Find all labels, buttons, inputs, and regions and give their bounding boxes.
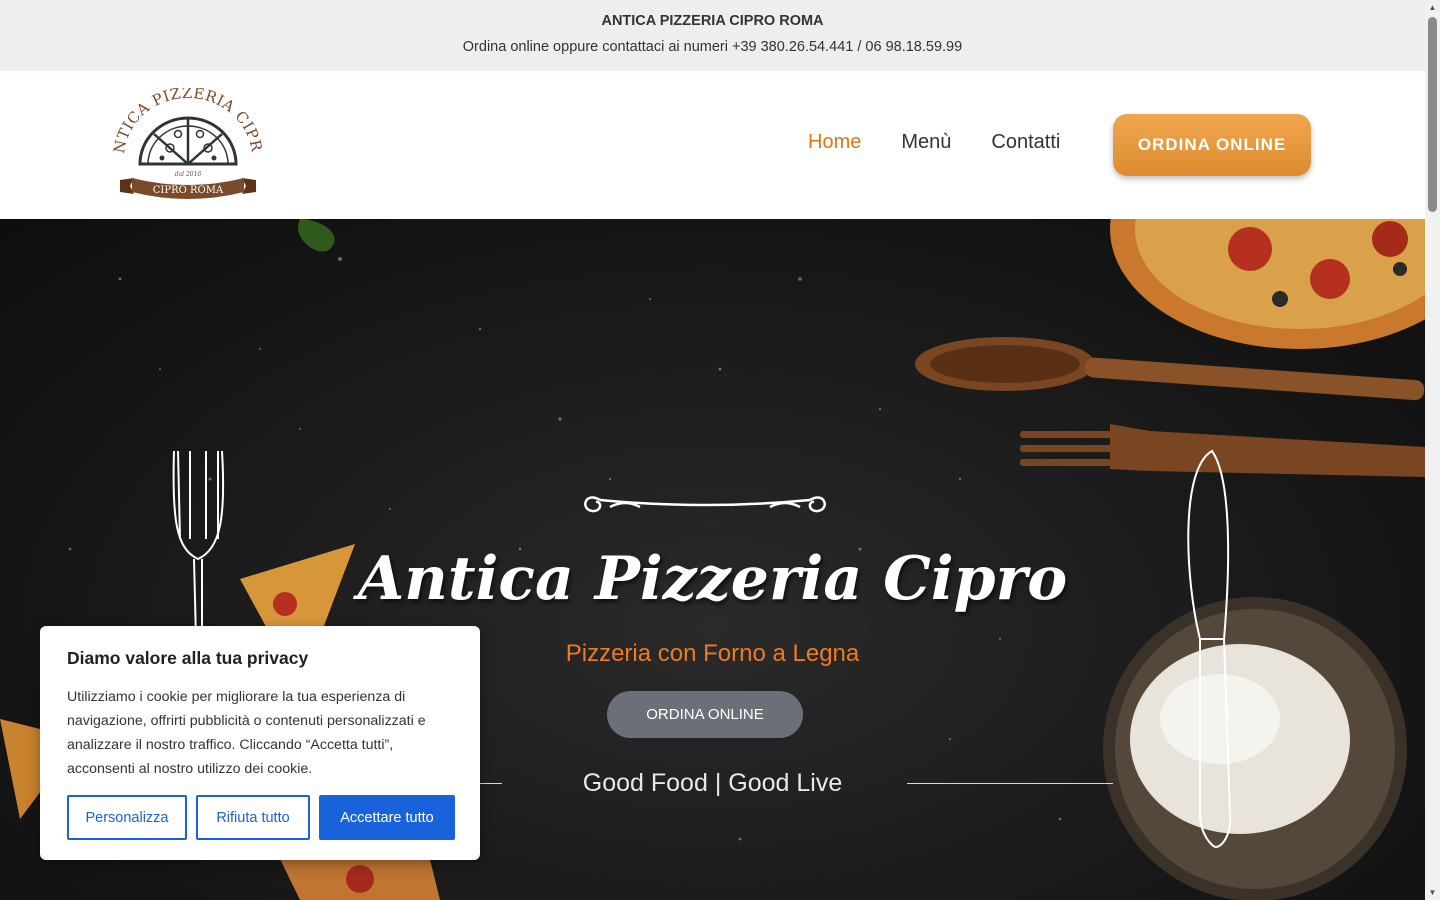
basil-leaf xyxy=(297,219,335,252)
svg-text:dal 2016: dal 2016 xyxy=(175,171,202,178)
reject-all-button[interactable]: Rifiuta tutto xyxy=(196,795,310,840)
svg-text:CIPRO ROMA: CIPRO ROMA xyxy=(153,185,224,196)
wooden-fork xyxy=(1020,424,1425,477)
site-logo[interactable]: ANTICA PIZZERIA CIPRO dal 2016 CIPRO ROM… xyxy=(105,74,265,203)
cookie-text: Utilizziamo i cookie per migliorare la t… xyxy=(67,689,426,777)
order-online-button[interactable]: ORDINA ONLINE xyxy=(1113,114,1311,176)
wooden-spoon xyxy=(915,337,1425,401)
contact-text: Ordina online oppure contattaci ai numer… xyxy=(462,39,963,55)
title-ornament xyxy=(584,496,826,513)
hero-title: Antica Pizzeria Cipro xyxy=(357,544,1068,614)
scroll-down-arrow-icon[interactable]: ▼ xyxy=(1425,885,1440,900)
nav-item-home[interactable]: Home xyxy=(808,131,861,154)
cookie-buttons: Personalizza Rifiuta tutto Accettare tut… xyxy=(67,795,455,840)
main-nav: Home Menù Contatti xyxy=(808,131,1060,154)
cookie-title: Diamo valore alla tua privacy xyxy=(67,648,309,668)
tagline-divider-right xyxy=(907,783,1113,784)
customize-button[interactable]: Personalizza xyxy=(67,795,187,840)
page-scrollbar[interactable]: ▲ ▼ xyxy=(1425,0,1440,900)
site-name-text: ANTICA PIZZERIA CIPRO ROMA xyxy=(601,13,824,29)
pizza-top-right xyxy=(1110,219,1425,349)
site-header: ANTICA PIZZERIA CIPRO dal 2016 CIPRO ROM… xyxy=(0,71,1425,219)
scrollbar-thumb[interactable] xyxy=(1428,17,1437,212)
cookie-consent-banner: Diamo valore alla tua privacy Utilizziam… xyxy=(40,626,480,860)
scroll-up-arrow-icon[interactable]: ▲ xyxy=(1425,0,1440,15)
nav-item-menu[interactable]: Menù xyxy=(901,131,951,154)
hero-order-button[interactable]: ORDINA ONLINE xyxy=(607,691,803,738)
nav-item-contacts[interactable]: Contatti xyxy=(991,131,1060,154)
accept-all-button[interactable]: Accettare tutto xyxy=(319,795,455,840)
top-info-bar: ANTICA PIZZERIA CIPRO ROMA Ordina online… xyxy=(0,0,1425,71)
